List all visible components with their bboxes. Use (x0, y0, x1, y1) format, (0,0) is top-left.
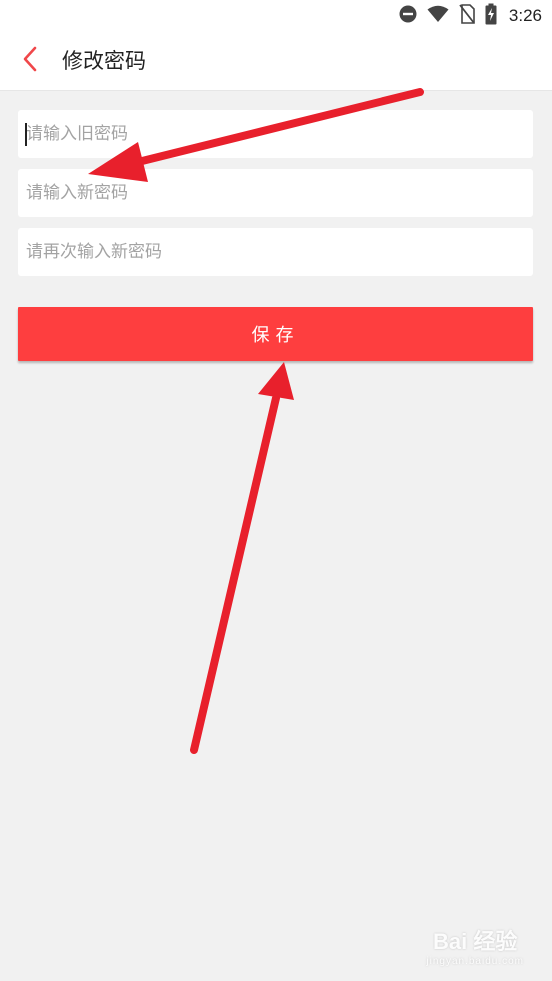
back-button[interactable] (14, 45, 46, 77)
new-password-input[interactable] (26, 169, 525, 217)
watermark-logo: Bai 经验 (433, 929, 518, 954)
status-bar: 3:26 (0, 0, 552, 32)
text-cursor (25, 123, 27, 146)
page-title: 修改密码 (62, 49, 146, 73)
old-password-input[interactable] (26, 110, 525, 158)
chevron-left-icon (22, 46, 38, 76)
baidu-jingyan-watermark: Bai 经验 jingyan.baidu.com (426, 924, 524, 967)
new-password-field[interactable] (18, 169, 533, 217)
watermark-url: jingyan.baidu.com (426, 956, 524, 967)
status-icons: 3:26 (399, 3, 542, 29)
save-button[interactable]: 保存 (18, 307, 533, 361)
confirm-password-field[interactable] (18, 228, 533, 276)
no-sim-icon (459, 4, 475, 28)
do-not-disturb-icon (399, 5, 417, 27)
wifi-icon (427, 5, 449, 27)
annotation-arrow-to-save (190, 362, 294, 754)
old-password-field[interactable] (18, 110, 533, 158)
confirm-password-input[interactable] (26, 228, 525, 276)
app-bar: 修改密码 (0, 32, 552, 91)
status-time: 3:26 (508, 6, 542, 25)
battery-charging-icon (485, 3, 497, 29)
